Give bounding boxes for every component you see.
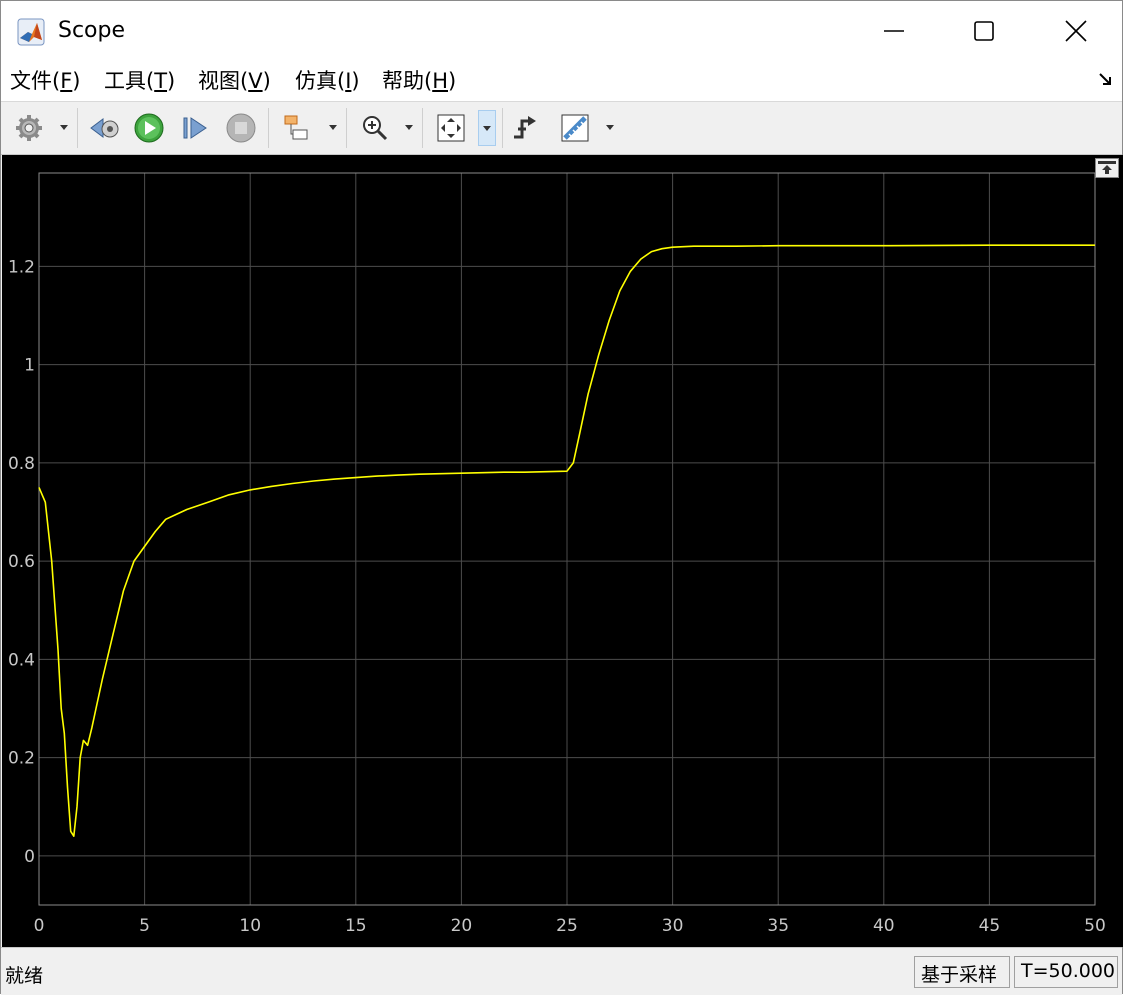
stop-icon[interactable]: [223, 110, 259, 146]
status-bar: 就绪 基于采样 T=50.000: [1, 947, 1122, 995]
settings-gear-icon[interactable]: [11, 110, 47, 146]
undock-icon: [1095, 158, 1119, 178]
step-back-icon[interactable]: [87, 110, 123, 146]
settings-dropdown-icon[interactable]: [60, 125, 68, 130]
y-tick-label: 1.2: [8, 257, 35, 277]
x-tick-label: 10: [239, 916, 261, 936]
menu-file-key: F: [60, 69, 73, 93]
toolbar-separator: [502, 108, 503, 148]
zoom-in-icon[interactable]: [357, 110, 393, 146]
y-tick-label: 0.6: [8, 552, 35, 572]
dock-arrow-icon[interactable]: [1098, 71, 1114, 91]
menu-simulation-suffix: ): [351, 69, 360, 93]
scope-window: Scope 文件(F) 工具(T) 视图(V) 仿真(I) 帮助(H) 0 5 …: [0, 0, 1123, 995]
x-tick-label: 15: [345, 916, 367, 936]
toolbar-separator: [268, 108, 269, 148]
simulation-time: T=50.000: [1014, 956, 1118, 988]
menu-file[interactable]: 文件(F): [10, 65, 81, 95]
toolbar-separator: [422, 108, 423, 148]
menu-view[interactable]: 视图(V): [198, 65, 271, 95]
run-icon[interactable]: [131, 110, 167, 146]
scope-plot-panel[interactable]: 0 5 10 15 20 25 30 35 40 45 50 0 0.2 0.4 0.6 0.8 1 1.2: [2, 155, 1123, 947]
y-tick-label: 0.8: [8, 454, 35, 474]
menu-help[interactable]: 帮助(H): [382, 65, 456, 95]
matlab-logo-icon: [17, 18, 45, 46]
menu-help-label: 帮助(: [382, 69, 433, 93]
measurements-icon[interactable]: [557, 110, 593, 146]
menu-simulation-label: 仿真(: [295, 69, 346, 93]
autoscale-dropdown[interactable]: [478, 110, 496, 146]
menu-view-label: 视图(: [198, 69, 249, 93]
menu-view-key: V: [248, 69, 263, 93]
menu-tools-suffix: ): [167, 69, 176, 93]
maximize-button[interactable]: [938, 1, 1030, 61]
x-tick-label: 45: [979, 916, 1001, 936]
menu-view-suffix: ): [262, 69, 271, 93]
toolbar-separator: [346, 108, 347, 148]
menu-help-suffix: ): [448, 69, 457, 93]
x-tick-label: 40: [873, 916, 895, 936]
autoscale-icon[interactable]: [433, 110, 469, 146]
step-forward-icon[interactable]: [177, 110, 213, 146]
y-tick-label: 0.2: [8, 749, 35, 769]
y-tick-label: 0.4: [8, 650, 35, 670]
y-tick-label: 1: [24, 356, 35, 376]
highlight-dropdown-icon[interactable]: [329, 125, 337, 130]
menu-bar: 文件(F) 工具(T) 视图(V) 仿真(I) 帮助(H): [1, 61, 1122, 101]
scope-plot[interactable]: 0 5 10 15 20 25 30 35 40 45 50 0 0.2 0.4 0.6 0.8 1 1.2: [2, 155, 1123, 947]
toolbar-separator: [77, 108, 78, 148]
toolbar: [1, 101, 1122, 155]
title-bar[interactable]: Scope: [1, 1, 1122, 61]
undock-axes-button[interactable]: [1095, 158, 1119, 178]
x-tick-label: 50: [1084, 916, 1106, 936]
x-tick-label: 5: [139, 916, 150, 936]
measurements-dropdown-icon[interactable]: [606, 125, 614, 130]
x-tick-label: 20: [451, 916, 473, 936]
sample-mode-indicator: 基于采样: [914, 956, 1010, 988]
maximize-icon: [974, 21, 994, 41]
menu-file-suffix: ): [72, 69, 81, 93]
menu-simulation[interactable]: 仿真(I): [295, 65, 360, 95]
minimize-button[interactable]: [848, 1, 940, 61]
highlight-block-icon[interactable]: [279, 110, 315, 146]
menu-help-key: H: [432, 69, 448, 93]
close-icon: [1065, 20, 1087, 42]
menu-tools[interactable]: 工具(T): [104, 65, 175, 95]
zoom-dropdown-icon[interactable]: [405, 125, 413, 130]
autoscale-dropdown-icon: [483, 125, 491, 131]
x-tick-label: 35: [767, 916, 789, 936]
close-button[interactable]: [1030, 1, 1122, 61]
triggers-icon[interactable]: [507, 110, 543, 146]
menu-file-label: 文件(: [10, 69, 61, 93]
status-text: 就绪: [5, 965, 44, 987]
menu-tools-key: T: [154, 69, 168, 93]
x-tick-label: 25: [556, 916, 578, 936]
x-tick-label: 0: [34, 916, 45, 936]
window-title: Scope: [58, 18, 126, 43]
menu-tools-label: 工具(: [104, 69, 155, 93]
x-tick-label: 30: [662, 916, 684, 936]
y-tick-label: 0: [24, 847, 35, 867]
minimize-icon: [884, 30, 904, 32]
